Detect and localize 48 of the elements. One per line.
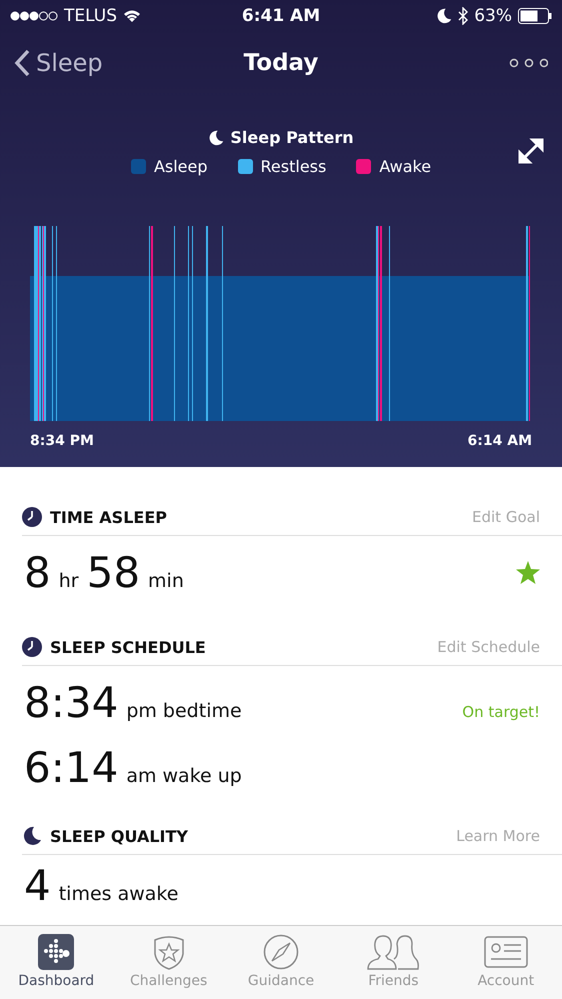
section-heading: SLEEP SCHEDULE — [50, 638, 206, 656]
moon-icon — [436, 8, 452, 24]
dashboard-icon — [38, 934, 74, 970]
compass-icon — [263, 934, 300, 970]
tab[interactable]: Account — [450, 926, 562, 999]
status-note: On target! — [462, 703, 540, 721]
chart-title: Sleep Pattern — [230, 128, 354, 147]
moon-icon — [22, 826, 42, 846]
battery-icon — [518, 8, 552, 24]
wifi-icon — [122, 9, 141, 23]
time-value: 8:34 — [24, 678, 118, 727]
friends-icon — [366, 934, 420, 970]
duration-unit: min — [148, 570, 184, 592]
moon-icon — [208, 130, 224, 146]
section-heading: TIME ASLEEP — [50, 508, 167, 526]
carrier-name: TELUS — [64, 6, 117, 26]
chevron-left-icon — [14, 49, 30, 77]
section-link[interactable]: Edit Goal — [472, 508, 540, 526]
count-value: 4 — [24, 861, 51, 910]
battery-percent: 63% — [474, 6, 512, 26]
clock-time: 6:41 AM — [242, 6, 320, 26]
start-time: 8:34 PM — [30, 433, 94, 449]
duration-value: 58 — [86, 548, 140, 597]
section-link[interactable]: Learn More — [456, 827, 540, 845]
clock-icon — [22, 507, 42, 527]
duration-value: 8 — [24, 548, 51, 597]
time-value: 6:14 — [24, 743, 118, 792]
clock-icon — [22, 637, 42, 657]
legend-label: Restless — [260, 157, 326, 176]
tab[interactable]: Guidance — [224, 926, 338, 999]
page-title: Today — [244, 50, 318, 76]
count-label: times awake — [58, 883, 178, 905]
expand-icon[interactable] — [518, 138, 544, 164]
legend-label: Awake — [379, 157, 432, 176]
time-label: pm bedtime — [126, 700, 242, 722]
tab[interactable]: Challenges — [112, 926, 225, 999]
legend-label: Asleep — [154, 157, 208, 176]
section-heading: SLEEP QUALITY — [50, 826, 188, 846]
back-button[interactable]: Sleep — [14, 49, 134, 77]
id-card-icon — [484, 934, 528, 970]
tab[interactable]: Friends — [337, 926, 450, 999]
duration-unit: hr — [58, 570, 79, 592]
signal-icon — [10, 11, 58, 21]
end-time: 6:14 AM — [468, 433, 532, 449]
tab[interactable]: Dashboard — [0, 926, 112, 999]
section-link[interactable]: Edit Schedule — [437, 638, 540, 656]
time-label: am wake up — [126, 765, 242, 787]
bluetooth-icon — [458, 7, 468, 25]
